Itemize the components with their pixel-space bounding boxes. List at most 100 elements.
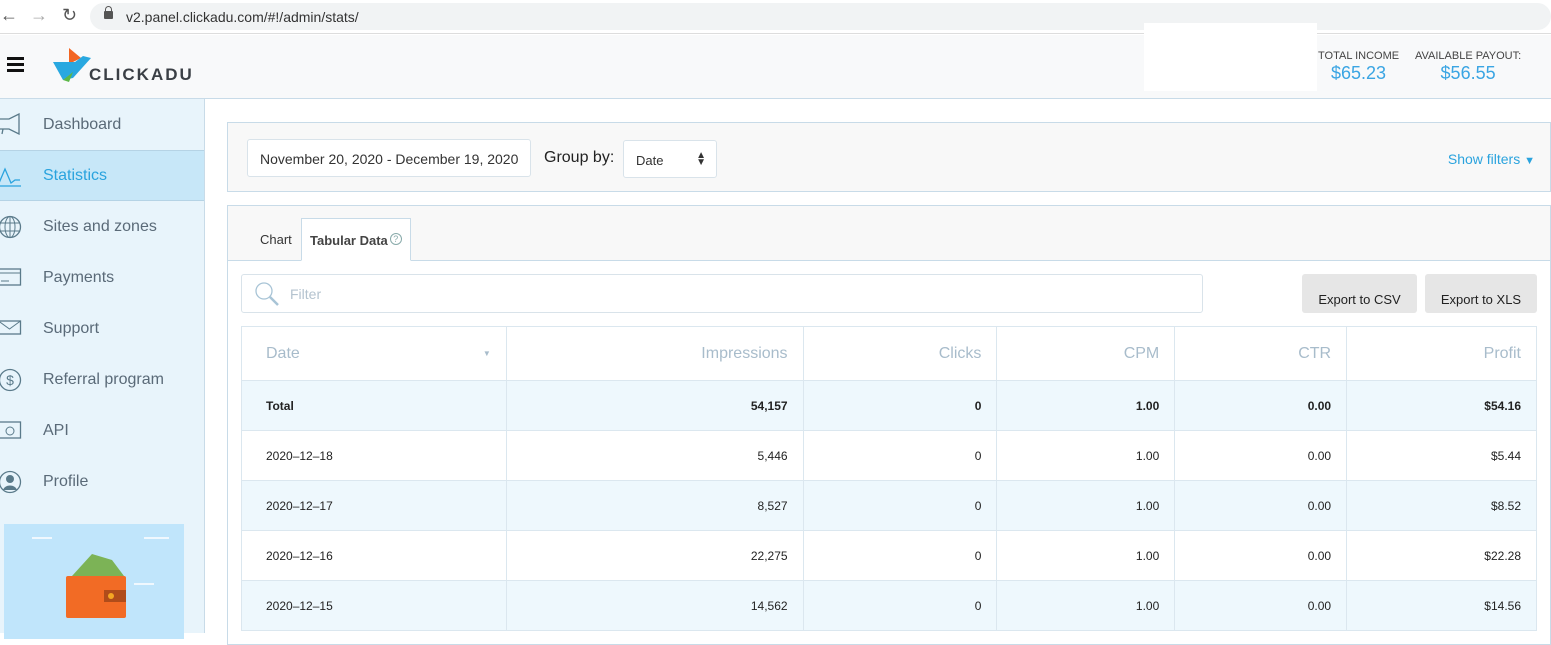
- export-xls-button[interactable]: Export to XLS: [1425, 274, 1537, 313]
- show-filters-label: Show filters: [1447, 151, 1521, 167]
- cell-date: 2020–12–16: [241, 530, 507, 581]
- sidebar-item-dashboard[interactable]: Dashboard: [0, 99, 204, 150]
- cell-ctr: 0.00: [1174, 430, 1348, 481]
- api-icon: [0, 421, 22, 439]
- logo[interactable]: CLICKADU: [53, 48, 192, 89]
- total-income: TOTAL INCOME $65.23: [1318, 50, 1399, 84]
- column-header-date[interactable]: Date ▼: [241, 326, 507, 381]
- available-payout: AVAILABLE PAYOUT: $56.55: [1415, 50, 1521, 84]
- dollar-icon: $: [0, 368, 22, 392]
- app-header: CLICKADU TOTAL INCOME $65.23 AVAILABLE PA…: [0, 23, 1551, 99]
- stats-content-panel: Chart Tabular Data? Export to CSV Export…: [227, 205, 1551, 645]
- sidebar-item-profile[interactable]: Profile: [0, 456, 204, 507]
- user-icon: [0, 470, 22, 494]
- forward-icon[interactable]: →: [30, 5, 48, 26]
- sidebar-item-label: Dashboard: [43, 115, 122, 133]
- sidebar-item-label: Profile: [43, 472, 89, 490]
- cell-profit: $54.16: [1346, 380, 1537, 431]
- cell-profit: $5.44: [1346, 430, 1537, 481]
- column-header-cpm[interactable]: CPM: [996, 326, 1176, 381]
- date-range-picker[interactable]: November 20, 2020 - December 19, 2020: [247, 139, 531, 177]
- cell-clicks: 0: [802, 480, 998, 531]
- column-label: Date: [266, 344, 300, 362]
- back-icon[interactable]: ←: [0, 5, 18, 26]
- sort-caret-icon: ▼: [482, 348, 491, 358]
- tab-chart[interactable]: Chart: [252, 218, 300, 261]
- cell-clicks: 0: [802, 380, 998, 431]
- sidebar-item-statistics[interactable]: Statistics: [0, 150, 204, 201]
- sidebar-item-label: Referral program: [43, 370, 164, 388]
- sort-arrows-icon: ▲ ▼: [696, 150, 706, 168]
- cell-impressions: 8,527: [505, 480, 804, 531]
- column-header-clicks[interactable]: Clicks: [802, 326, 998, 381]
- sidebar-item-label: Support: [43, 319, 100, 337]
- export-csv-button[interactable]: Export to CSV: [1302, 274, 1417, 313]
- envelope-icon: [0, 320, 22, 335]
- sidebar-item-label: API: [43, 421, 69, 439]
- reload-icon[interactable]: ↻: [62, 5, 77, 26]
- cell-ctr: 0.00: [1174, 380, 1348, 431]
- column-header-profit[interactable]: Profit: [1346, 326, 1537, 381]
- column-header-ctr[interactable]: CTR: [1174, 326, 1348, 381]
- globe-icon: [0, 215, 22, 239]
- logo-bird-icon: [53, 48, 91, 82]
- cell-cpm: 1.00: [996, 380, 1176, 431]
- cell-impressions: 5,446: [505, 430, 804, 481]
- table-row: 2020–12–16 22,275 0 1.00 0.00 $22.28: [241, 530, 1537, 581]
- chart-line-icon: [0, 167, 21, 187]
- cell-date: 2020–12–17: [241, 480, 507, 531]
- cell-ctr: 0.00: [1174, 480, 1348, 531]
- sidebar-item-api[interactable]: API: [0, 405, 204, 456]
- table-row: 2020–12–18 5,446 0 1.00 0.00 $5.44: [241, 430, 1537, 481]
- browser-toolbar: ← → ↻ v2.panel.clickadu.com/#!/admin/sta…: [0, 0, 1551, 34]
- table-total-row: Total 54,157 0 1.00 0.00 $54.16: [241, 380, 1537, 431]
- url-text: v2.panel.clickadu.com/#!/admin/stats/: [126, 9, 359, 25]
- caret-down-icon: ▼: [1524, 155, 1535, 167]
- cell-impressions: 22,275: [505, 530, 804, 581]
- cell-impressions: 14,562: [505, 580, 804, 631]
- cell-profit: $14.56: [1346, 580, 1537, 631]
- cell-date: 2020–12–15: [241, 580, 507, 631]
- cell-clicks: 0: [802, 580, 998, 631]
- show-filters-link[interactable]: Show filters ▼: [1448, 151, 1535, 167]
- cell-date: Total: [241, 380, 507, 431]
- card-icon: [0, 268, 22, 286]
- tab-label: Chart: [260, 232, 292, 247]
- help-icon[interactable]: ?: [389, 233, 402, 245]
- wallet-promo-banner[interactable]: [4, 524, 184, 639]
- total-income-label: TOTAL INCOME: [1318, 50, 1400, 62]
- filter-input[interactable]: [290, 286, 1170, 302]
- group-by-label: Group by:: [544, 149, 615, 166]
- sidebar: Dashboard Statistics Sites and zones Pay…: [0, 99, 205, 639]
- cell-cpm: 1.00: [996, 430, 1176, 481]
- stats-filter-bar: November 20, 2020 - December 19, 2020 Gr…: [227, 122, 1551, 192]
- stats-table: Date ▼ Impressions Clicks CPM CTR Profit …: [241, 326, 1537, 631]
- address-bar[interactable]: v2.panel.clickadu.com/#!/admin/stats/: [90, 3, 1551, 30]
- cell-ctr: 0.00: [1174, 580, 1348, 631]
- cell-cpm: 1.00: [996, 530, 1176, 581]
- cell-profit: $22.28: [1346, 530, 1537, 581]
- cell-impressions: 54,157: [505, 380, 804, 431]
- table-row: 2020–12–15 14,562 0 1.00 0.00 $14.56: [241, 580, 1537, 631]
- sidebar-item-support[interactable]: Support: [0, 303, 204, 354]
- sidebar-item-label: Sites and zones: [43, 217, 157, 235]
- sidebar-item-sites-and-zones[interactable]: Sites and zones: [0, 201, 204, 252]
- sidebar-item-label: Statistics: [43, 166, 108, 184]
- table-filter: [241, 274, 1203, 313]
- cell-clicks: 0: [802, 430, 998, 481]
- wallet-icon: [32, 537, 169, 618]
- cell-date: 2020–12–18: [241, 430, 507, 481]
- cell-cpm: 1.00: [996, 580, 1176, 631]
- cell-clicks: 0: [802, 530, 998, 581]
- tab-tabular-data[interactable]: Tabular Data?: [301, 218, 411, 261]
- payout-label: AVAILABLE PAYOUT:: [1415, 50, 1522, 62]
- group-by-value: Date: [636, 153, 664, 168]
- group-by-select[interactable]: Date ▲ ▼: [623, 140, 717, 178]
- sidebar-item-payments[interactable]: Payments: [0, 252, 204, 303]
- table-row: 2020–12–17 8,527 0 1.00 0.00 $8.52: [241, 480, 1537, 531]
- hamburger-menu-icon[interactable]: [7, 57, 24, 75]
- sidebar-item-referral-program[interactable]: $ Referral program: [0, 354, 204, 405]
- tab-bar: Chart Tabular Data?: [228, 206, 1550, 261]
- megaphone-icon: [0, 113, 20, 135]
- column-header-impressions[interactable]: Impressions: [505, 326, 804, 381]
